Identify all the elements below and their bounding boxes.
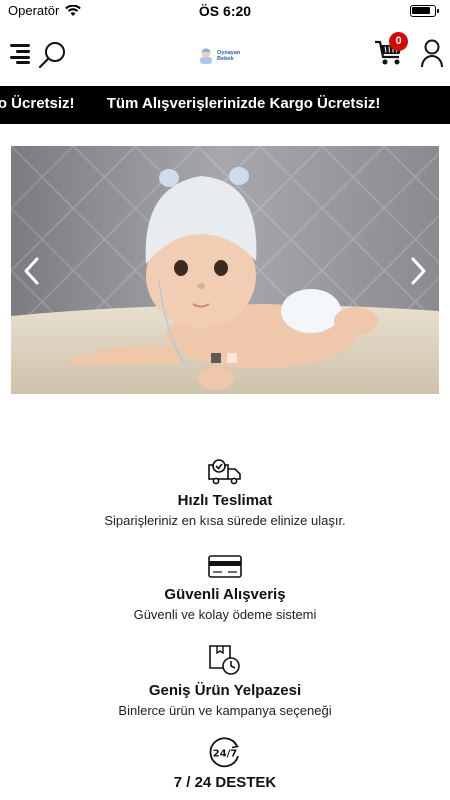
credit-card-icon: [208, 555, 242, 578]
feature-secure-shopping: Güvenli Alışveriş Güvenli ve kolay ödeme…: [0, 554, 450, 622]
svg-text:24/7: 24/7: [213, 749, 238, 760]
battery-icon: [410, 5, 439, 17]
brand-logo[interactable]: Oynayan Bebek: [198, 38, 256, 74]
baby-logo-icon: [200, 48, 212, 64]
feature-support: 24/7 7 / 24 DESTEK: [0, 736, 450, 791]
announcement-item-1: de Kargo Ücretsiz!: [0, 95, 75, 112]
feature-description: Siparişleriniz en kısa sürede elinize ul…: [104, 513, 346, 528]
feature-title: Geniş Ürün Yelpazesi: [148, 682, 302, 699]
feature-description: Güvenli ve kolay ödeme sistemi: [133, 607, 317, 622]
feature-description: Binlerce ürün ve kampanya seçeneği: [118, 703, 332, 718]
user-icon[interactable]: [420, 39, 444, 69]
feature-title: Güvenli Alışveriş: [164, 586, 286, 603]
feature-title: Hızlı Teslimat: [177, 492, 273, 509]
product-range-icon: [209, 645, 240, 675]
menu-icon[interactable]: [10, 44, 32, 64]
support-24-7-icon: 24/7: [209, 737, 239, 768]
slider-next-icon[interactable]: [405, 254, 431, 288]
status-bar: Operatör ÖS 6:20: [0, 0, 450, 24]
slider-prev-icon[interactable]: [19, 254, 45, 288]
feature-title: 7 / 24 DESTEK: [173, 774, 277, 791]
announcement-track: de Kargo Ücretsiz! Tüm Alışverişlerinizd…: [0, 95, 408, 112]
search-icon[interactable]: [38, 40, 68, 70]
announcement-item-2: Tüm Alışverişlerinizde Kargo Ücretsiz!: [106, 95, 381, 112]
site-header: Oynayan Bebek 0: [0, 24, 450, 86]
logo-text: Oynayan Bebek: [217, 50, 240, 62]
battery-level: [412, 7, 430, 14]
feature-fast-delivery: Hızlı Teslimat Siparişleriniz en kısa sü…: [0, 458, 450, 528]
cart-count-badge[interactable]: 0: [389, 32, 408, 51]
logo-line-2: Bebek: [217, 56, 234, 62]
slider-pagination: [211, 353, 237, 363]
slider-dot[interactable]: [211, 353, 221, 363]
hero-slider[interactable]: [11, 146, 439, 394]
clock: ÖS 6:20: [198, 3, 252, 19]
delivery-truck-icon: [208, 459, 241, 485]
feature-product-range: Geniş Ürün Yelpazesi Binlerce ürün ve ka…: [0, 642, 450, 718]
announcement-bar: de Kargo Ücretsiz! Tüm Alışverişlerinizd…: [0, 86, 450, 124]
slider-dot[interactable]: [227, 353, 237, 363]
